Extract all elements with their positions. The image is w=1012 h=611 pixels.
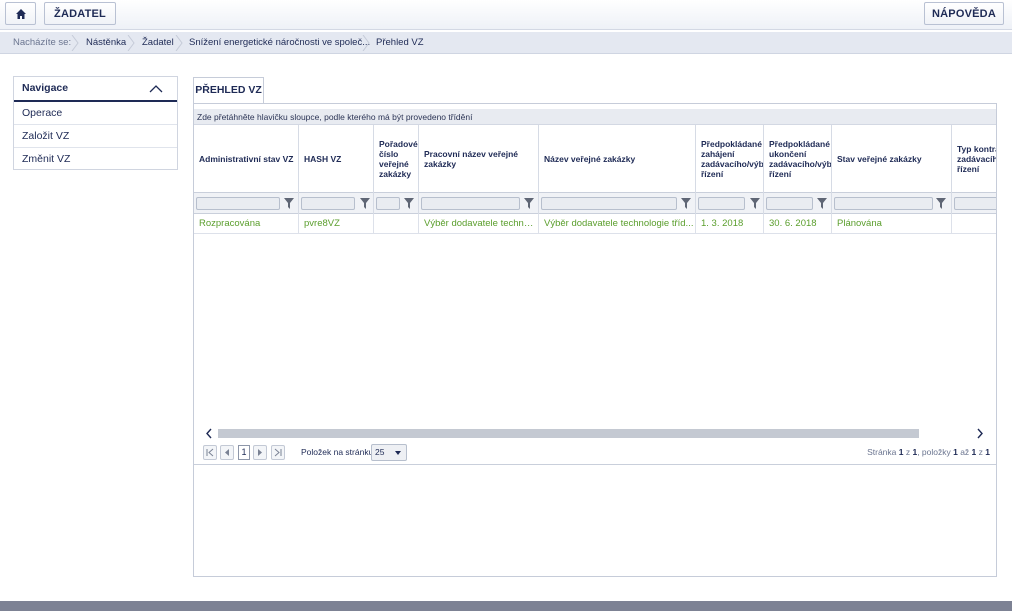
current-page-input[interactable]: 1 bbox=[238, 445, 250, 460]
cell-typ-kontraktu bbox=[952, 214, 996, 234]
home-icon bbox=[15, 8, 26, 19]
per-page-label: Položek na stránku bbox=[301, 447, 374, 457]
previous-page-button[interactable] bbox=[220, 445, 234, 460]
pager-info: Stránka 1 z 1, položky 1 až 1 z 1 bbox=[867, 446, 990, 459]
filter-cell bbox=[764, 193, 832, 214]
previous-page-icon bbox=[225, 449, 229, 456]
pager-info-text: z bbox=[976, 447, 986, 457]
cell-poradove-cislo bbox=[374, 214, 419, 234]
filter-cell bbox=[952, 193, 996, 214]
breadcrumb-item-projekt[interactable]: Snížení energetické náročnosti ve společ… bbox=[189, 32, 370, 54]
column-header-poradove-cislo[interactable]: Pořadové číslo veřejné zakázky bbox=[374, 125, 419, 193]
cell-pracovni-nazev: Výběr dodavatele technologie tříd... bbox=[419, 214, 539, 234]
dropdown-caret-icon bbox=[395, 451, 401, 455]
filter-cell bbox=[539, 193, 696, 214]
per-page-value: 25 bbox=[375, 447, 385, 457]
filter-input[interactable] bbox=[766, 197, 813, 210]
grid-header-row: Administrativní stav VZ HASH VZ Pořadové… bbox=[194, 125, 996, 193]
column-header-admin-stav[interactable]: Administrativní stav VZ bbox=[194, 125, 299, 193]
next-page-icon bbox=[258, 449, 262, 456]
cell-hash: pvre8VZ bbox=[299, 214, 374, 234]
pager-info-text: , položky bbox=[917, 447, 954, 457]
nav-item-zalozit-vz[interactable]: Založit VZ bbox=[14, 125, 177, 148]
pager-info-total: 1 bbox=[985, 447, 990, 457]
pager-info-text: až bbox=[957, 447, 972, 457]
last-page-button[interactable] bbox=[271, 445, 285, 460]
filter-icon[interactable] bbox=[750, 198, 760, 209]
navigation-title: Navigace bbox=[22, 82, 69, 94]
nav-item-zmenit-vz[interactable]: Změnit VZ bbox=[14, 148, 177, 171]
grid-filter-row bbox=[194, 193, 996, 214]
filter-icon[interactable] bbox=[524, 198, 534, 209]
column-header-typ-kontraktu[interactable]: Typ kontraktu zadávacího řízení bbox=[952, 125, 996, 193]
filter-input[interactable] bbox=[834, 197, 933, 210]
filter-cell bbox=[832, 193, 952, 214]
pager: 1 Položek na stránku 25 Stránka 1 z 1, p… bbox=[194, 442, 996, 464]
column-header-datum-zahajeni[interactable]: Předpokládané datum zahájení zadávacího/… bbox=[696, 125, 764, 193]
column-header-stav[interactable]: Stav veřejné zakázky bbox=[832, 125, 952, 193]
help-button[interactable]: NÁPOVĚDA bbox=[924, 2, 1004, 25]
cell-stav: Plánována bbox=[832, 214, 952, 234]
zadatel-button[interactable]: ŽADATEL bbox=[44, 2, 116, 25]
chevron-right-icon bbox=[71, 35, 79, 51]
filter-icon[interactable] bbox=[404, 198, 414, 209]
chevron-right-icon bbox=[362, 35, 370, 51]
next-page-button[interactable] bbox=[253, 445, 267, 460]
per-page-select[interactable]: 25 bbox=[371, 444, 407, 461]
tab-prehled-vz[interactable]: PŘEHLED VZ bbox=[193, 77, 264, 103]
home-button[interactable] bbox=[5, 2, 36, 25]
footer-bar bbox=[0, 601, 1012, 611]
filter-cell bbox=[419, 193, 539, 214]
first-page-icon bbox=[206, 448, 214, 457]
scroll-right-icon[interactable] bbox=[975, 427, 985, 440]
chevron-up-icon bbox=[149, 85, 163, 93]
navigation-panel: Navigace Operace Založit VZ Změnit VZ bbox=[13, 76, 178, 170]
breadcrumb-item-prehled-vz: Přehled VZ bbox=[376, 37, 424, 48]
chevron-right-icon bbox=[175, 35, 183, 51]
filter-icon[interactable] bbox=[817, 198, 827, 209]
filter-input[interactable] bbox=[301, 197, 355, 210]
filter-cell bbox=[194, 193, 299, 214]
grid-panel: Zde přetáhněte hlavičku sloupce, podle k… bbox=[193, 103, 997, 577]
filter-input[interactable] bbox=[421, 197, 520, 210]
group-by-hint[interactable]: Zde přetáhněte hlavičku sloupce, podle k… bbox=[194, 109, 996, 125]
first-page-button[interactable] bbox=[203, 445, 217, 460]
filter-icon[interactable] bbox=[681, 198, 691, 209]
cell-datum-ukonceni: 30. 6. 2018 bbox=[764, 214, 832, 234]
column-header-hash[interactable]: HASH VZ bbox=[299, 125, 374, 193]
breadcrumb-item-nastenka[interactable]: Nástěnka bbox=[86, 32, 126, 54]
filter-input[interactable] bbox=[541, 197, 677, 210]
table-row[interactable]: Rozpracována pvre8VZ Výběr dodavatele te… bbox=[194, 214, 996, 234]
chevron-right-icon bbox=[127, 35, 135, 51]
navigation-header[interactable]: Navigace bbox=[14, 77, 177, 102]
filter-cell bbox=[696, 193, 764, 214]
filter-input[interactable] bbox=[196, 197, 280, 210]
nav-item-operace[interactable]: Operace bbox=[14, 102, 177, 125]
column-header-pracovni-nazev[interactable]: Pracovní název veřejné zakázky bbox=[419, 125, 539, 193]
scrollbar-thumb[interactable] bbox=[218, 429, 919, 438]
cell-admin-stav: Rozpracována bbox=[194, 214, 299, 234]
column-header-datum-ukonceni[interactable]: Předpokládané datum ukončení zadávacího/… bbox=[764, 125, 832, 193]
cell-nazev: Výběr dodavatele technologie tříd... bbox=[539, 214, 696, 234]
filter-input[interactable] bbox=[698, 197, 745, 210]
pager-info-text: Stránka bbox=[867, 447, 899, 457]
breadcrumb-label: Nacházíte se: bbox=[13, 37, 72, 48]
last-page-icon bbox=[274, 448, 282, 457]
top-bar: ŽADATEL NÁPOVĚDA bbox=[0, 0, 1012, 30]
filter-icon[interactable] bbox=[936, 198, 946, 209]
breadcrumb-item-zadatel[interactable]: Žadatel bbox=[142, 32, 174, 54]
filter-cell bbox=[299, 193, 374, 214]
filter-icon[interactable] bbox=[284, 198, 294, 209]
filter-cell bbox=[374, 193, 419, 214]
horizontal-scrollbar[interactable] bbox=[194, 427, 996, 440]
divider bbox=[194, 464, 996, 465]
column-header-nazev[interactable]: Název veřejné zakázky bbox=[539, 125, 696, 193]
scroll-left-icon[interactable] bbox=[204, 427, 214, 440]
filter-input[interactable] bbox=[954, 197, 996, 210]
filter-icon[interactable] bbox=[360, 198, 370, 209]
breadcrumb: Nacházíte se: Nástěnka Žadatel Snížení e… bbox=[0, 32, 1012, 54]
filter-input[interactable] bbox=[376, 197, 400, 210]
cell-datum-zahajeni: 1. 3. 2018 bbox=[696, 214, 764, 234]
